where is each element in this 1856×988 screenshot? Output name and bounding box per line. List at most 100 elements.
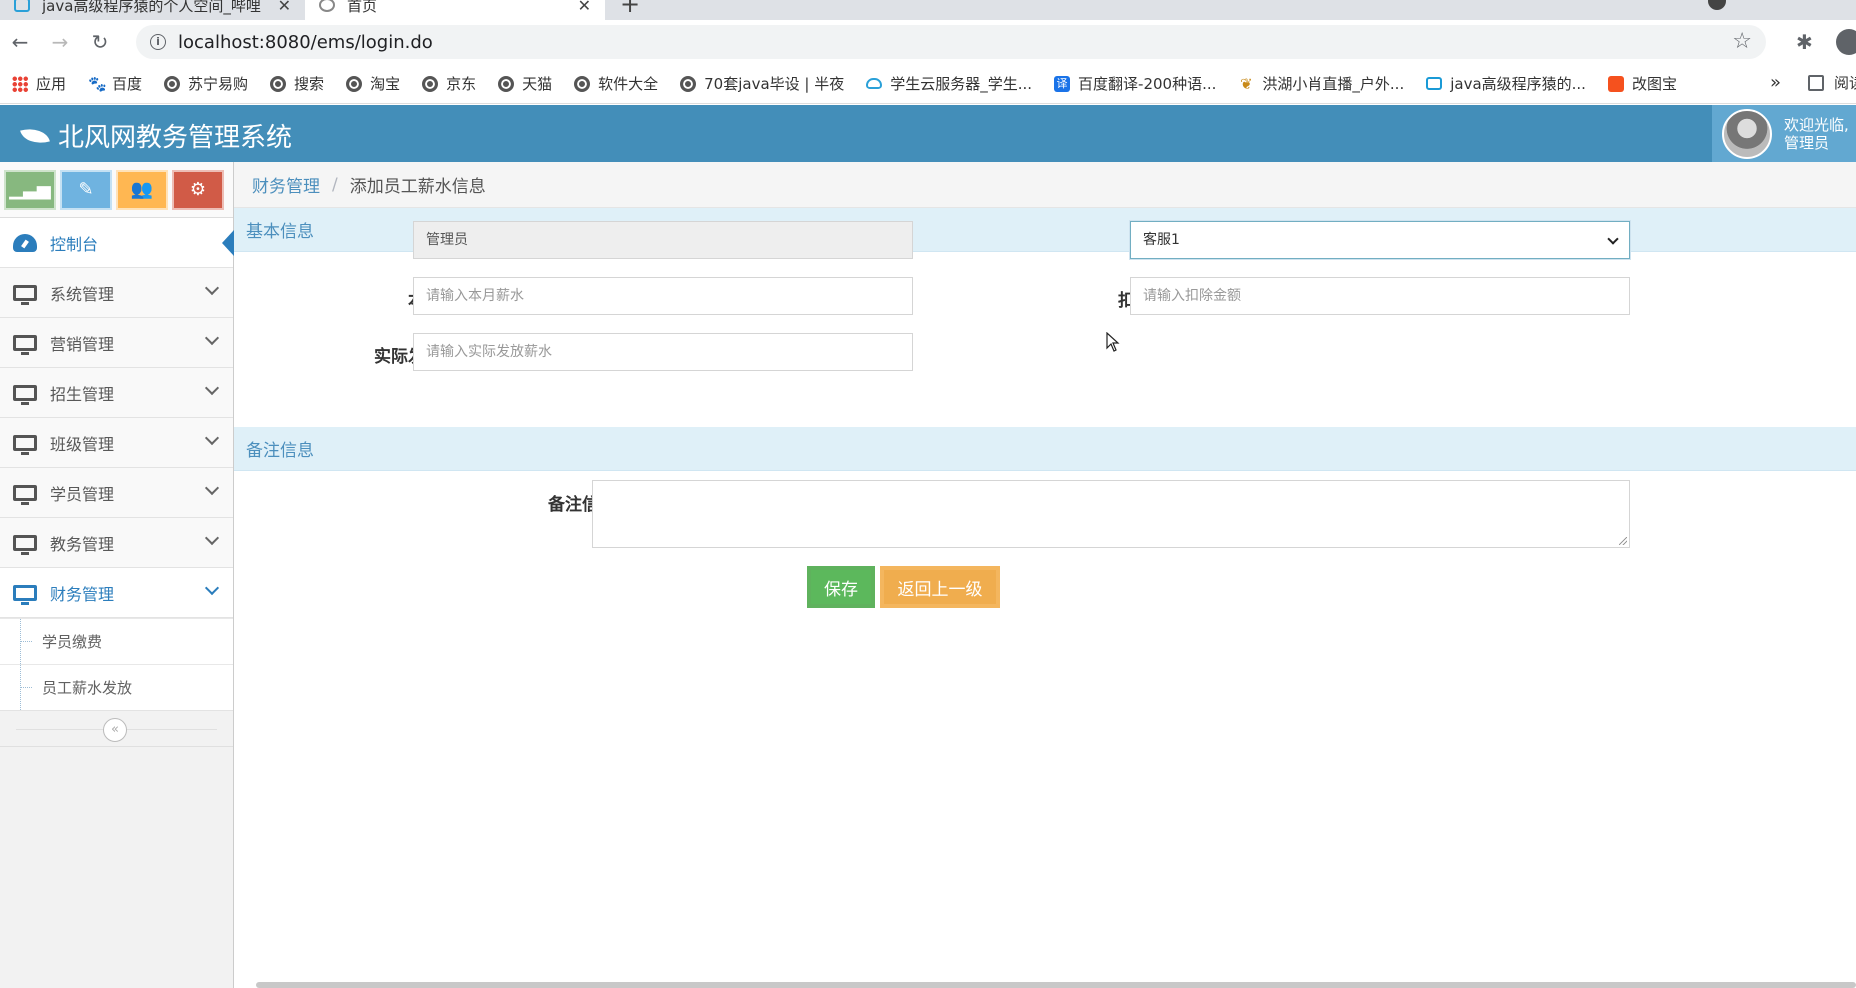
collapse-sidebar-icon[interactable]: « (103, 718, 127, 742)
sidebar: ▁▃▅ ✎ 👥 ⚙ 控制台 系统管理 营销管理 招生管理 班级管理 学员管理 教… (0, 162, 234, 988)
bookmark-star-icon[interactable]: ☆ (1732, 29, 1752, 54)
globe-icon (346, 75, 363, 92)
globe-icon (270, 75, 287, 92)
shortcut-pencil-button[interactable]: ✎ (60, 169, 112, 210)
bookmark-item[interactable]: 应用 (12, 73, 66, 94)
feather-icon: ❦ (1240, 74, 1253, 93)
desktop-icon (12, 434, 38, 455)
sidebar-item-label: 学员管理 (50, 484, 115, 504)
bookmark-item[interactable]: java高级程序猿的... (1426, 73, 1586, 94)
signal-icon: ▁▃▅ (9, 179, 51, 200)
section-remark-info: 备注信息 (234, 427, 1856, 471)
back-arrow-icon[interactable]: ← (0, 30, 40, 54)
finance-submenu: 学员缴费 员工薪水发放 (0, 618, 233, 711)
cogs-icon: ⚙ (189, 179, 207, 200)
sidebar-item-label: 控制台 (50, 234, 99, 254)
sidebar-subitem-salary[interactable]: 员工薪水发放 (0, 664, 233, 710)
actual-salary-input[interactable]: 请输入实际发放薪水 (413, 333, 913, 371)
salary-input[interactable]: 请输入本月薪水 (413, 277, 913, 315)
sidebar-item-students[interactable]: 学员管理 (0, 468, 233, 518)
address-bar[interactable]: i localhost:8080/ems/login.do ☆ (136, 25, 1766, 59)
receiver-select[interactable]: 客服1 (1130, 221, 1630, 259)
sidebar-item-label: 招生管理 (50, 384, 115, 404)
desktop-icon (12, 384, 38, 405)
tab-search-icon[interactable] (1708, 0, 1726, 10)
baidu-paw-icon: 🐾 (88, 74, 107, 93)
shortcut-users-button[interactable]: 👥 (116, 169, 168, 210)
welcome-text: 欢迎光临, 管理员 (1784, 115, 1849, 152)
gaitubao-icon (1607, 75, 1624, 92)
globe-icon (498, 75, 515, 92)
bookmark-item[interactable]: 软件大全 (574, 73, 658, 94)
bookmark-item[interactable]: 译百度翻译-200种语... (1054, 73, 1216, 94)
forward-arrow-icon[interactable]: → (40, 30, 80, 54)
horizontal-scrollbar[interactable] (256, 982, 1856, 988)
shortcut-cogs-button[interactable]: ⚙ (172, 169, 224, 210)
chevron-down-icon (1607, 233, 1619, 245)
bookmark-item[interactable]: 搜索 (270, 73, 324, 94)
extensions-icon[interactable]: ✱ (1796, 30, 1813, 54)
user-menu[interactable]: 欢迎光临, 管理员 (1712, 105, 1856, 162)
sidebar-item-dashboard[interactable]: 控制台 (0, 218, 234, 268)
chevron-down-icon (204, 380, 220, 396)
chevron-down-icon (204, 530, 220, 546)
sidebar-item-enrollment[interactable]: 招生管理 (0, 368, 233, 418)
desktop-icon (12, 534, 38, 555)
browser-tabstrip: java高级程序猿的个人空间_哔哩 ✕ 首页 ✕ + (0, 0, 1856, 20)
bookmark-item[interactable]: 70套java毕设 | 半夜 (680, 73, 844, 94)
bookmark-item[interactable]: ❦ 洪湖小肖直播_户外... (1238, 73, 1404, 94)
sidebar-item-marketing[interactable]: 营销管理 (0, 318, 233, 368)
desktop-icon (12, 334, 38, 355)
bookmark-item[interactable]: 学生云服务器_学生... (866, 73, 1032, 94)
browser-toolbar: ← → ↻ i localhost:8080/ems/login.do ☆ ✱ (0, 20, 1856, 64)
sidebar-item-classes[interactable]: 班级管理 (0, 418, 233, 468)
app-header: 北风网教务管理系统 欢迎光临, 管理员 (0, 105, 1856, 162)
brand[interactable]: 北风网教务管理系统 (20, 117, 292, 154)
bookmark-item[interactable]: 京东 (422, 73, 476, 94)
globe-icon (574, 75, 591, 92)
reading-list-button[interactable]: 阅读 (1808, 72, 1856, 93)
payer-field: 管理员 (413, 221, 913, 259)
new-tab-icon[interactable]: + (620, 0, 640, 18)
user-name: 管理员 (1784, 133, 1830, 152)
back-button[interactable]: 返回上一级 (880, 566, 1000, 608)
sidebar-item-finance[interactable]: 财务管理 (0, 568, 233, 618)
sidebar-item-label: 班级管理 (50, 434, 115, 454)
address-url[interactable]: localhost:8080/ems/login.do (178, 32, 433, 53)
bookmark-item[interactable]: 苏宁易购 (164, 73, 248, 94)
leaf-icon (20, 123, 50, 148)
bookmarks-more-button[interactable]: » (1770, 72, 1781, 93)
bookmark-item[interactable]: 淘宝 (346, 73, 400, 94)
site-info-icon[interactable]: i (150, 34, 166, 50)
translate-icon: 译 (1054, 75, 1071, 92)
browser-tab-title: 首页 (347, 0, 378, 15)
chevron-down-icon (204, 280, 220, 296)
bookmark-item[interactable]: 改图宝 (1607, 73, 1677, 94)
bookmark-item[interactable]: 天猫 (498, 73, 552, 94)
close-tab-icon[interactable]: ✕ (578, 0, 591, 15)
save-button[interactable]: 保存 (807, 566, 875, 608)
globe-icon (164, 75, 181, 92)
profile-avatar-icon[interactable] (1836, 29, 1856, 55)
close-tab-icon[interactable]: ✕ (278, 0, 291, 15)
chevron-down-icon (204, 330, 220, 346)
browser-tab-active[interactable]: 首页 ✕ (305, 0, 605, 20)
desktop-icon (12, 484, 38, 505)
deduct-input[interactable]: 请输入扣除金额 (1130, 277, 1630, 315)
breadcrumb-finance-link[interactable]: 财务管理 (252, 172, 320, 197)
sidebar-item-system[interactable]: 系统管理 (0, 268, 233, 318)
bookmark-item[interactable]: 🐾 百度 (88, 73, 142, 94)
breadcrumb-current: 添加员工薪水信息 (349, 177, 486, 197)
remark-textarea[interactable] (592, 480, 1630, 548)
sidebar-subitem-student-fees[interactable]: 学员缴费 (0, 618, 233, 664)
breadcrumb: 财务管理 / 添加员工薪水信息 (234, 162, 1856, 208)
reload-icon[interactable]: ↻ (80, 30, 120, 54)
apps-icon (12, 75, 28, 92)
sidebar-item-academic[interactable]: 教务管理 (0, 518, 233, 568)
shortcut-signal-button[interactable]: ▁▃▅ (4, 169, 56, 210)
browser-tab[interactable]: java高级程序猿的个人空间_哔哩 ✕ (0, 0, 305, 20)
globe-icon (422, 75, 439, 92)
avatar (1722, 108, 1772, 159)
desktop-icon (12, 584, 38, 605)
chevron-down-icon (204, 580, 220, 596)
